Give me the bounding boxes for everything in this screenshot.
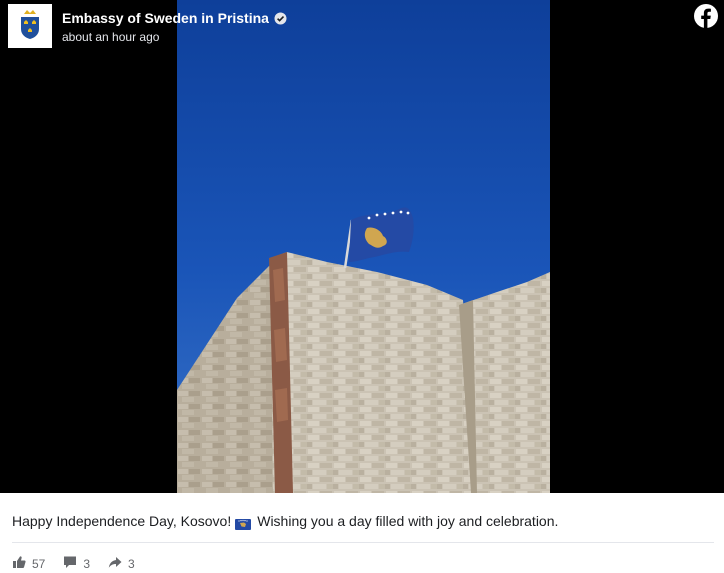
caption-text-end: Wishing you a day filled with joy and ce…	[257, 513, 559, 529]
post-header: Embassy of Sweden in Pristina about an h…	[8, 4, 287, 48]
divider	[12, 542, 714, 543]
facebook-logo-icon[interactable]	[694, 4, 718, 28]
comment-button[interactable]: 3	[63, 555, 90, 572]
engagement-bar: 57 3 3	[12, 555, 153, 572]
page-name-link[interactable]: Embassy of Sweden in Pristina	[62, 9, 269, 27]
caption-text-start: Happy Independence Day, Kosovo!	[12, 513, 232, 529]
post-timestamp[interactable]: about an hour ago	[62, 29, 287, 45]
thumbs-up-icon	[12, 555, 32, 572]
kosovo-flag-icon	[235, 516, 252, 530]
verified-badge-icon	[274, 12, 287, 25]
like-count: 57	[32, 556, 46, 571]
video-frame[interactable]	[177, 0, 550, 493]
share-icon	[108, 555, 128, 572]
like-button[interactable]: 57	[12, 555, 45, 572]
post-caption: Happy Independence Day, Kosovo! Wishing …	[12, 512, 558, 530]
facebook-video-post: Embassy of Sweden in Pristina about an h…	[0, 0, 724, 573]
video-player[interactable]: Embassy of Sweden in Pristina about an h…	[0, 0, 724, 493]
comment-icon	[63, 555, 83, 572]
comment-count: 3	[83, 556, 91, 571]
share-button[interactable]: 3	[108, 555, 135, 572]
share-count: 3	[128, 556, 135, 571]
castle-flag-scene	[177, 0, 550, 493]
page-avatar[interactable]	[8, 4, 52, 48]
sweden-coat-of-arms-icon	[19, 9, 41, 44]
